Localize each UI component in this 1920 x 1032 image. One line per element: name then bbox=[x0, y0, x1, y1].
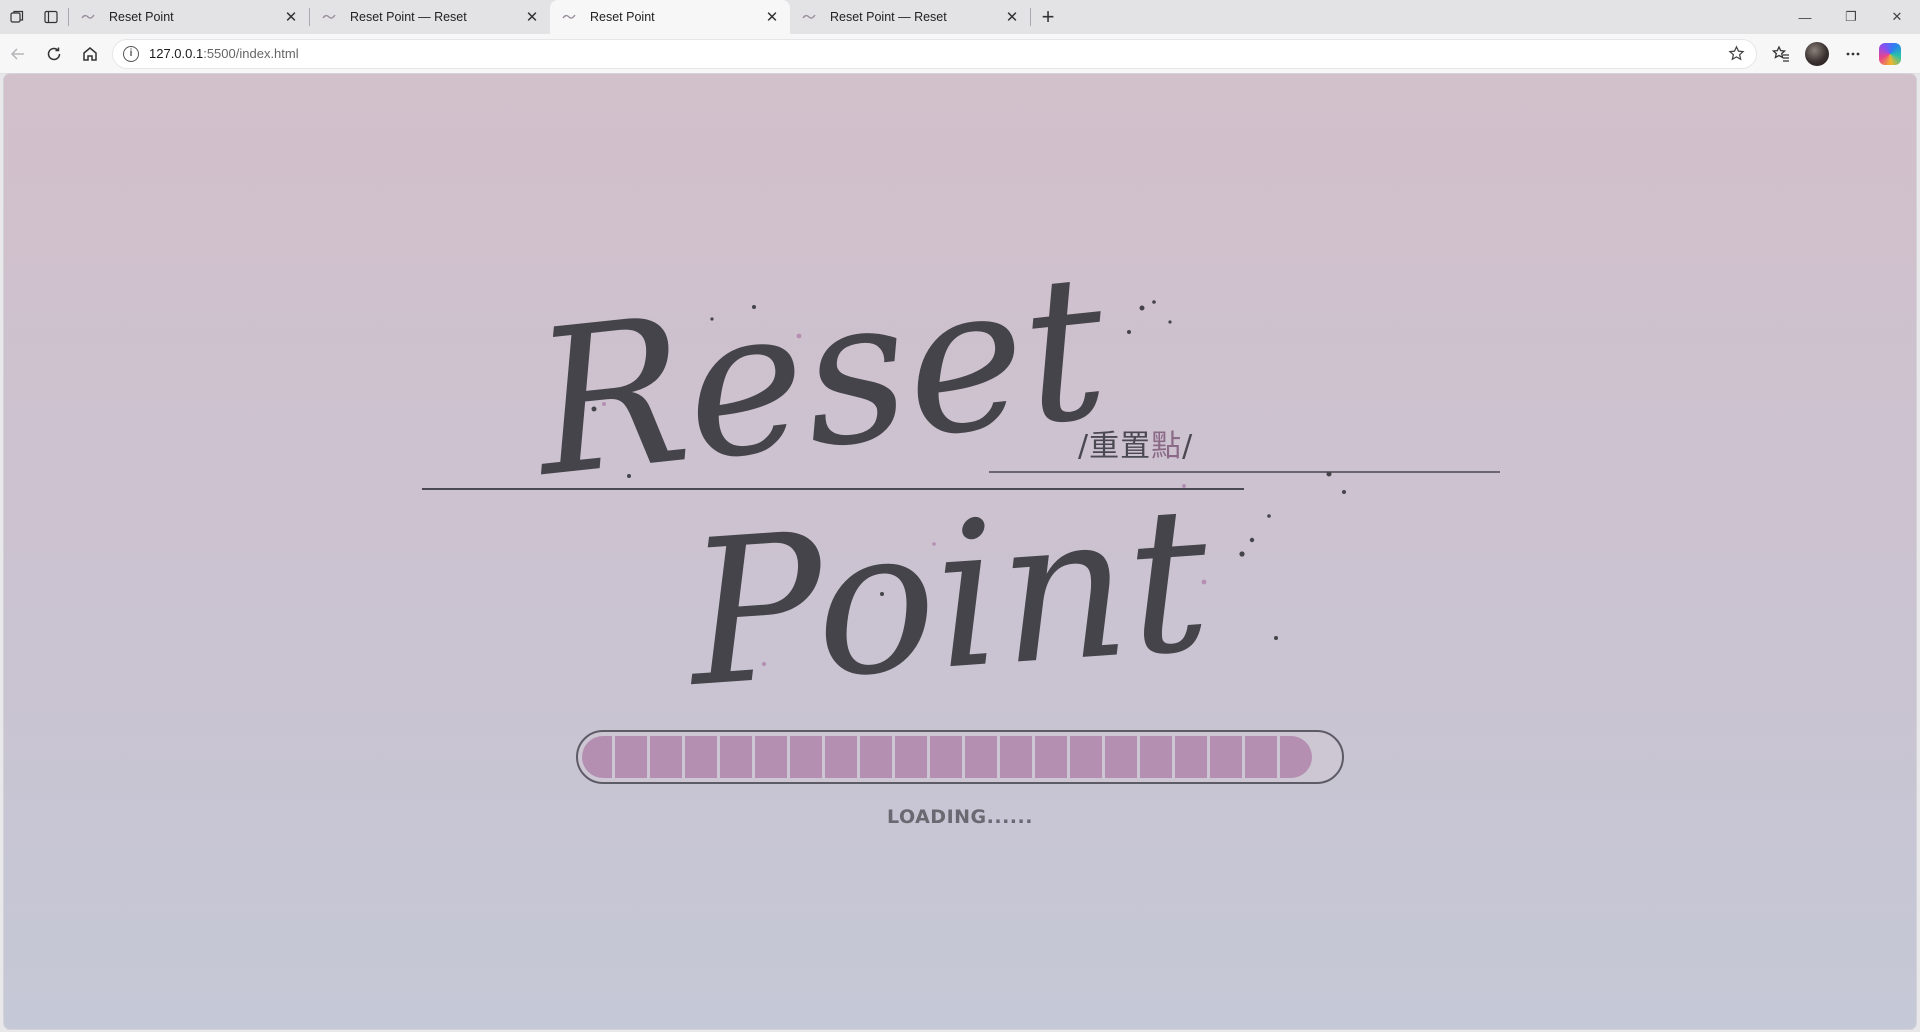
progress-segment bbox=[1140, 736, 1172, 778]
tab-1[interactable]: Reset Point ✕ bbox=[69, 0, 309, 34]
tab-title: Reset Point bbox=[109, 10, 174, 24]
loading-progress-bar bbox=[576, 730, 1344, 784]
progress-segment bbox=[1070, 736, 1102, 778]
tab-favicon-icon bbox=[81, 10, 95, 24]
tab-favicon-icon bbox=[322, 10, 336, 24]
url-host: 127.0.0.1 bbox=[149, 46, 204, 61]
close-tab-icon[interactable]: ✕ bbox=[764, 9, 780, 26]
progress-segment bbox=[1210, 736, 1242, 778]
profile-avatar[interactable] bbox=[1805, 41, 1829, 66]
tab-3-active[interactable]: Reset Point ✕ bbox=[550, 0, 790, 34]
tab-title: Reset Point bbox=[590, 10, 655, 24]
tab-title: Reset Point — Reset bbox=[830, 10, 947, 24]
progress-segment bbox=[685, 736, 717, 778]
progress-segment bbox=[1175, 736, 1207, 778]
back-arrow-icon[interactable] bbox=[0, 38, 36, 70]
toolbar-right bbox=[1763, 38, 1901, 70]
tab-actions-icon[interactable] bbox=[34, 2, 68, 32]
progress-segment bbox=[755, 736, 787, 778]
plus-icon[interactable]: + bbox=[1031, 2, 1065, 32]
tab-4[interactable]: Reset Point — Reset ✕ bbox=[790, 0, 1030, 34]
tab-title: Reset Point — Reset bbox=[350, 10, 467, 24]
logo-artwork: Reset Point bbox=[422, 230, 1500, 732]
refresh-icon[interactable] bbox=[36, 38, 72, 70]
subtitle-part-b: 點 bbox=[1151, 429, 1183, 464]
more-icon[interactable] bbox=[1835, 38, 1871, 70]
progress-segment bbox=[615, 736, 647, 778]
progress-segment bbox=[790, 736, 822, 778]
progress-segment bbox=[825, 736, 857, 778]
browser-toolbar: i 127.0.0.1:5500/index.html bbox=[0, 34, 1920, 74]
info-icon[interactable]: i bbox=[123, 45, 139, 62]
url-text[interactable]: 127.0.0.1:5500/index.html bbox=[149, 46, 1726, 61]
progress-segment bbox=[1245, 736, 1277, 778]
progress-segment bbox=[965, 736, 997, 778]
subtitle-part-a: /重置 bbox=[1078, 429, 1152, 464]
url-path: :5500/index.html bbox=[203, 46, 299, 61]
close-tab-icon[interactable]: ✕ bbox=[1004, 9, 1020, 26]
progress-segment bbox=[860, 736, 892, 778]
progress-segment bbox=[1035, 736, 1067, 778]
tab-favicon-icon bbox=[562, 10, 576, 24]
progress-segment bbox=[1280, 736, 1312, 778]
close-window-icon[interactable]: ✕ bbox=[1874, 0, 1920, 34]
minimize-icon[interactable]: — bbox=[1782, 0, 1828, 34]
tab-bar: Reset Point ✕ Reset Point — Reset ✕ Rese… bbox=[0, 0, 1920, 34]
restore-icon[interactable]: ❐ bbox=[1828, 0, 1874, 34]
progress-segment bbox=[582, 736, 612, 778]
home-icon[interactable] bbox=[72, 38, 108, 70]
progress-segment bbox=[930, 736, 962, 778]
logo-subtitle: /重置點/ bbox=[1078, 421, 1193, 465]
logo-word-point: Point bbox=[677, 463, 1217, 732]
star-icon[interactable] bbox=[1726, 44, 1746, 64]
favorites-icon[interactable] bbox=[1763, 38, 1799, 70]
subtitle-part-c: / bbox=[1182, 429, 1194, 464]
page-viewport: Reset Point /重置點/ LOADING...... bbox=[4, 74, 1916, 1029]
reset-point-logo: Reset Point /重置點/ bbox=[4, 74, 1916, 1029]
window-controls: — ❐ ✕ bbox=[1782, 0, 1920, 34]
workspaces-icon[interactable] bbox=[0, 2, 34, 32]
progress-segment bbox=[720, 736, 752, 778]
close-tab-icon[interactable]: ✕ bbox=[283, 9, 299, 26]
progress-segment bbox=[650, 736, 682, 778]
tab-favicon-icon bbox=[802, 10, 816, 24]
copilot-icon[interactable] bbox=[1879, 42, 1901, 65]
progress-segment bbox=[895, 736, 927, 778]
address-bar[interactable]: i 127.0.0.1:5500/index.html bbox=[112, 38, 1757, 69]
progress-segment bbox=[1105, 736, 1137, 778]
progress-segment bbox=[1000, 736, 1032, 778]
close-tab-icon[interactable]: ✕ bbox=[524, 9, 540, 26]
tab-2[interactable]: Reset Point — Reset ✕ bbox=[310, 0, 550, 34]
loading-text: LOADING...... bbox=[887, 806, 1033, 828]
